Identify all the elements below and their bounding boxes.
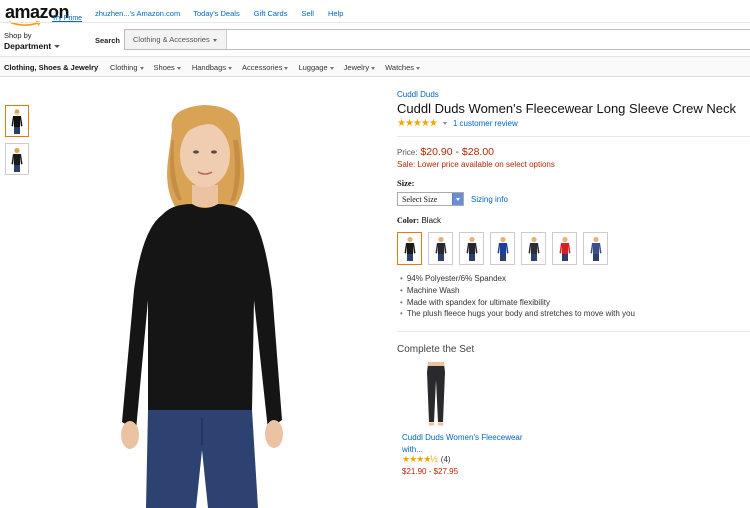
brand-link[interactable]: Cuddl Duds: [397, 90, 439, 99]
todays-deals-link[interactable]: Today's Deals: [193, 9, 239, 18]
product-thumbnail-image: [11, 147, 23, 172]
divider: [397, 136, 750, 137]
price-label: Price:: [397, 148, 418, 157]
color-swatch[interactable]: [397, 232, 422, 265]
color-swatch[interactable]: [583, 232, 608, 265]
size-select[interactable]: Select Size: [397, 192, 464, 206]
category-item-shoes[interactable]: Shoes: [154, 63, 181, 72]
color-swatch[interactable]: [459, 232, 484, 265]
product-title: Cuddl Duds Women's Fleecewear Long Sleev…: [397, 101, 736, 116]
complete-the-set-title: Complete the Set: [397, 344, 475, 355]
color-swatch[interactable]: [521, 232, 546, 265]
category-item-accessories[interactable]: Accessories: [242, 63, 289, 72]
chevron-down-icon: [416, 66, 420, 70]
category-nav-bar: Clothing, Shoes & Jewelry Clothing Shoes…: [0, 57, 750, 77]
size-select-value: Select Size: [402, 195, 438, 204]
color-swatch-image: [435, 236, 447, 261]
chevron-down-icon[interactable]: [442, 122, 447, 125]
main-product-image[interactable]: [112, 100, 302, 508]
feature-bullet: The plush fleece hugs your body and stre…: [400, 308, 635, 320]
chevron-down-icon: [176, 66, 181, 70]
category-item-clothing[interactable]: Clothing: [110, 63, 144, 72]
chevron-down-icon: [371, 66, 376, 70]
chevron-down-icon: [284, 66, 289, 70]
color-swatch[interactable]: [428, 232, 453, 265]
chevron-down-icon[interactable]: [452, 193, 463, 205]
chevron-down-icon: [139, 66, 144, 70]
star-rating[interactable]: ★★★★★: [397, 118, 438, 129]
divider: [0, 22, 750, 23]
category-item-luggage[interactable]: Luggage: [298, 63, 334, 72]
search-category-dropdown[interactable]: Clothing & Accessories: [125, 30, 227, 49]
sizing-info-link[interactable]: Sizing info: [471, 195, 508, 204]
chevron-down-icon: [212, 38, 217, 42]
feature-bullet: Made with spandex for ultimate flexibili…: [400, 297, 635, 309]
sale-row: Sale: Lower price available on select op…: [397, 160, 555, 169]
color-swatch-image: [528, 236, 540, 261]
feature-bullet: Machine Wash: [400, 285, 635, 297]
help-link[interactable]: Help: [328, 9, 343, 18]
feature-bullets: 94% Polyester/6% Spandex Machine Wash Ma…: [400, 273, 635, 320]
product-thumbnail-2[interactable]: [5, 143, 29, 175]
complete-the-set-rating: ★★★★½ (4): [402, 454, 451, 465]
sell-link[interactable]: Sell: [301, 9, 314, 18]
search-input[interactable]: Clothing & Accessories: [124, 29, 750, 50]
complete-the-set-stars[interactable]: ★★★★½: [402, 454, 438, 465]
gift-cards-link[interactable]: Gift Cards: [254, 9, 288, 18]
color-label: Color:: [397, 216, 420, 225]
complete-the-set-item-name: Cuddl Duds Women's Fleecewear: [402, 433, 523, 442]
sale-text: Lower price available on select options: [417, 160, 555, 169]
top-links: zhuzhen...'s Amazon.com Today's Deals Gi…: [95, 9, 357, 18]
department-label: Department: [4, 41, 52, 51]
chevron-down-icon: [228, 66, 233, 70]
chevron-down-icon: [329, 66, 334, 70]
price-row: Price: $20.90 - $28.00: [397, 146, 494, 158]
category-title-link[interactable]: Clothing, Shoes & Jewelry: [4, 63, 98, 72]
color-row: Color: Black: [397, 216, 441, 225]
rating-row: ★★★★★ 1 customer review: [397, 118, 518, 129]
complete-the-set-price: $21.90 - $27.95: [402, 467, 459, 476]
category-item-watches[interactable]: Watches: [385, 63, 420, 72]
color-swatch-image: [404, 236, 416, 261]
complete-the-set-image[interactable]: [419, 362, 453, 428]
shop-by-label: Shop by: [4, 31, 32, 40]
search-label: Search: [95, 36, 121, 45]
divider: [397, 331, 750, 332]
color-swatch-image: [466, 236, 478, 261]
color-swatch-image: [559, 236, 571, 261]
chevron-down-icon: [54, 45, 61, 49]
search-category-value: Clothing & Accessories: [133, 35, 210, 44]
color-swatch-image: [497, 236, 509, 261]
price-value: $20.90 - $28.00: [420, 146, 495, 158]
product-thumbnail-image: [11, 109, 23, 134]
shop-by-department-menu[interactable]: Shop by Department: [4, 31, 61, 51]
sale-label: Sale:: [397, 160, 416, 169]
try-prime-link[interactable]: Try Prime: [52, 15, 82, 22]
category-item-jewelry[interactable]: Jewelry: [344, 63, 376, 72]
category-items: Clothing Shoes Handbags Accessories Lugg…: [110, 63, 420, 72]
color-value: Black: [421, 216, 442, 225]
customer-review-link[interactable]: 1 customer review: [453, 119, 518, 128]
category-item-handbags[interactable]: Handbags: [192, 63, 233, 72]
color-swatch[interactable]: [552, 232, 577, 265]
feature-bullet: 94% Polyester/6% Spandex: [400, 273, 635, 285]
account-link[interactable]: zhuzhen...'s Amazon.com: [95, 9, 180, 18]
product-thumbnail-1[interactable]: [5, 105, 29, 137]
color-swatch[interactable]: [490, 232, 515, 265]
size-label: Size:: [397, 178, 415, 188]
complete-the-set-review-count[interactable]: (4): [441, 455, 451, 464]
complete-the-set-item-link[interactable]: Cuddl Duds Women's Fleecewear with...: [402, 432, 532, 456]
amazon-logo[interactable]: amazon Try Prime: [5, 2, 82, 26]
color-swatch-image: [590, 236, 602, 261]
